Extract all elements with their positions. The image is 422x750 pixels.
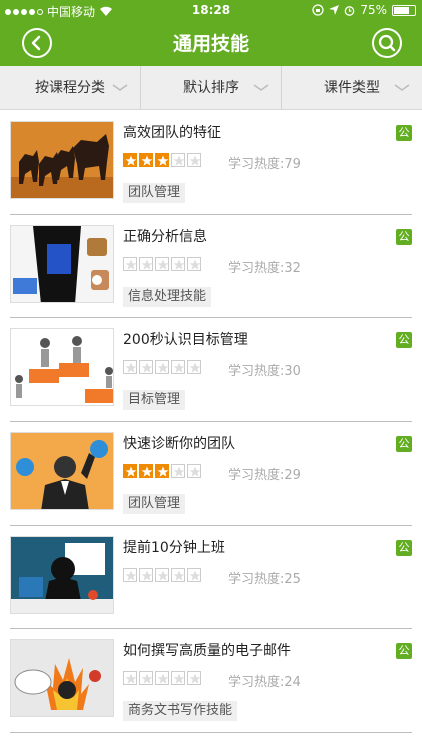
chevron-down-icon: [253, 84, 269, 91]
star-icon: [187, 153, 201, 167]
course-title: 快速诊断你的团队: [123, 436, 235, 453]
filter-category-label: 按课程分类: [35, 80, 105, 96]
course-item[interactable]: 正确分析信息 学习热度:32 信息处理技能 公: [10, 215, 412, 319]
public-badge: 公: [396, 539, 412, 556]
study-heat: 学习热度:32: [228, 260, 301, 276]
course-item[interactable]: 提前10分钟上班 学习热度:25 公: [10, 526, 412, 630]
star-icon: [155, 671, 169, 686]
course-title: 提前10分钟上班: [123, 539, 225, 556]
study-heat: 学习热度:24: [228, 675, 301, 691]
star-icon: [123, 567, 137, 582]
page-title: 通用技能: [172, 33, 249, 55]
filter-bar: 按课程分类 默认排序 课件类型: [0, 66, 422, 110]
course-item[interactable]: 200秒认识目标管理 学习热度:30 目标管理 公: [10, 318, 412, 423]
course-tag: 目标管理: [123, 390, 186, 411]
search-icon: [378, 34, 396, 52]
lock-rotation-icon: [312, 4, 324, 16]
location-icon: [329, 5, 340, 15]
filter-type[interactable]: 课件类型: [281, 66, 422, 109]
star-icon: [123, 153, 137, 167]
course-title: 200秒认识目标管理: [123, 332, 248, 349]
public-badge: 公: [396, 436, 412, 453]
public-badge: 公: [396, 228, 412, 245]
star-icon: [187, 360, 201, 375]
star-icon: [171, 567, 185, 582]
star-icon: [139, 256, 153, 271]
study-heat: 学习热度:30: [228, 364, 301, 380]
star-icon: [187, 567, 201, 582]
star-icon: [123, 464, 137, 479]
status-bar: 中国移动 18:28 75%: [0, 0, 422, 20]
alarm-icon: [344, 5, 355, 16]
course-tag: 商务文书写作技能: [123, 701, 238, 722]
star-icon: [187, 671, 201, 686]
star-icon: [139, 464, 153, 479]
star-icon: [155, 360, 169, 375]
study-heat: 学习热度:79: [228, 157, 301, 172]
filter-sort[interactable]: 默认排序: [140, 66, 281, 109]
star-icon: [123, 360, 137, 375]
chevron-down-icon: [112, 84, 128, 91]
course-title: 正确分析信息: [123, 228, 207, 245]
filter-category[interactable]: 按课程分类: [0, 66, 140, 109]
star-icon: [139, 567, 153, 582]
rating-stars: [123, 671, 201, 686]
course-thumbnail: [10, 328, 114, 407]
rating-stars: [123, 567, 201, 582]
filter-type-label: 课件类型: [324, 80, 380, 96]
course-thumbnail: [10, 535, 114, 614]
study-heat: 学习热度:25: [228, 571, 301, 587]
filter-sort-label: 默认排序: [183, 80, 239, 96]
course-list: 高效团队的特征 学习热度:79 团队管理 公 正确分析信息 学习热度:32 信息…: [0, 111, 422, 734]
star-icon: [155, 464, 169, 479]
rating-stars: [123, 464, 201, 479]
public-badge: 公: [396, 643, 412, 660]
course-thumbnail: [10, 121, 114, 199]
course-title: 如何撰写高质量的电子邮件: [123, 643, 291, 660]
star-icon: [139, 153, 153, 167]
chevron-down-icon: [394, 84, 410, 91]
rating-stars: [123, 360, 201, 375]
study-heat: 学习热度:29: [228, 468, 301, 484]
star-icon: [171, 671, 185, 686]
course-thumbnail: [10, 639, 114, 718]
course-tag: 团队管理: [123, 494, 186, 515]
star-icon: [139, 671, 153, 686]
star-icon: [155, 256, 169, 271]
search-button[interactable]: [372, 28, 402, 58]
star-icon: [123, 256, 137, 271]
course-tag: 团队管理: [123, 183, 186, 203]
course-item[interactable]: 快速诊断你的团队 学习热度:29 团队管理 公: [10, 422, 412, 526]
course-item[interactable]: 如何撰写高质量的电子邮件 学习热度:24 商务文书写作技能 公: [10, 629, 412, 734]
star-icon: [155, 567, 169, 582]
star-icon: [155, 153, 169, 167]
public-badge: 公: [396, 332, 412, 349]
battery-icon: [392, 4, 416, 16]
battery-percent: 75%: [360, 3, 387, 17]
course-item[interactable]: 高效团队的特征 学习热度:79 团队管理 公: [10, 111, 412, 215]
rating-stars: [123, 256, 201, 271]
course-thumbnail: [10, 224, 114, 303]
course-thumbnail: [10, 432, 114, 511]
star-icon: [187, 464, 201, 479]
rating-stars: [123, 153, 201, 167]
star-icon: [171, 464, 185, 479]
star-icon: [123, 671, 137, 686]
star-icon: [187, 256, 201, 271]
navigation-bar: 通用技能: [0, 20, 422, 66]
star-icon: [139, 360, 153, 375]
course-tag: 信息处理技能: [123, 286, 212, 307]
course-title: 高效团队的特征: [123, 125, 221, 141]
star-icon: [171, 153, 185, 167]
star-icon: [171, 360, 185, 375]
public-badge: 公: [396, 125, 412, 141]
star-icon: [171, 256, 185, 271]
